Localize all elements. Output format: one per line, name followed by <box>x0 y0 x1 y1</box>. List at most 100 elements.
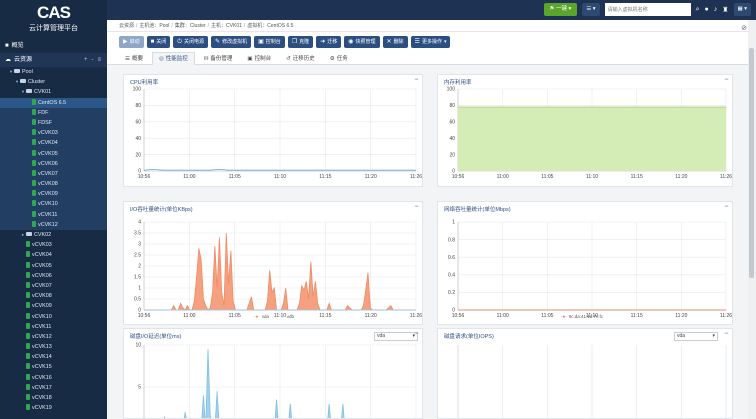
modify-button[interactable]: ✎ 修改虚拟机 <box>211 36 252 48</box>
breadcrumb-item[interactable]: 主机：CVK01 <box>211 23 242 29</box>
tree-node[interactable]: vCVK10 <box>0 312 107 322</box>
view-switch-button[interactable]: ☰ ▾ <box>582 3 600 16</box>
breadcrumb-item[interactable]: 集群：Cluster <box>175 23 206 29</box>
vm-icon <box>32 210 36 217</box>
shirt-icon[interactable]: ♜ <box>722 6 728 14</box>
tree-node[interactable]: vCVK13 <box>0 342 107 352</box>
tree-node[interactable]: vCVK04 <box>0 250 107 260</box>
tree-node[interactable]: FDF <box>0 107 107 118</box>
vm-icon <box>32 190 36 197</box>
legend-item[interactable]: -●- 0c:da:41:1d:7c:fc <box>561 314 603 319</box>
tree-node[interactable]: vCVK07 <box>0 281 107 291</box>
tree-node[interactable]: vCVK19 <box>0 403 107 413</box>
tree-node[interactable]: vCVK03 <box>0 128 107 139</box>
y-tick-label: 0.2 <box>448 290 455 296</box>
more-icon[interactable]: ··· <box>414 76 419 83</box>
more-icon[interactable]: ··· <box>414 203 419 210</box>
tree-node[interactable]: vCVK08 <box>0 291 107 301</box>
chart: 10:56 11:00 11:05 11:10 11:15 11:20 11:2600.51… <box>134 220 422 319</box>
user-icon[interactable]: ● <box>704 6 708 13</box>
search-icon[interactable]: ⌕ <box>696 6 700 14</box>
tree-node[interactable]: ▾ Pool <box>0 67 107 77</box>
breadcrumb-item[interactable]: 主机池：Pool <box>139 23 169 29</box>
tree-node[interactable]: vCVK09 <box>0 301 107 311</box>
tree-node[interactable]: vCVK12 <box>0 219 107 230</box>
tree-node[interactable]: vCVK05 <box>0 148 107 159</box>
tree-node[interactable]: vCVK05 <box>0 261 107 271</box>
wizard-button[interactable]: ⚑ 一键 ▾ <box>543 3 578 16</box>
search-input[interactable] <box>604 3 691 16</box>
snapshot-button[interactable]: ◉ 快照管理 <box>344 36 380 48</box>
poweroff-label: 关闭电源 <box>184 39 205 45</box>
start-button[interactable]: ▶ 启动 <box>119 36 144 48</box>
more-icon[interactable]: ··· <box>414 330 419 337</box>
minus-icon[interactable]: - <box>91 53 93 67</box>
breadcrumb-item[interactable]: 云资源 <box>119 23 134 29</box>
tree-node[interactable]: vCVK18 <box>0 393 107 403</box>
tree-node[interactable]: vCVK17 <box>0 383 107 393</box>
more-icon[interactable]: ··· <box>724 330 729 337</box>
legend-item[interactable]: -●- vdb <box>279 314 294 319</box>
poweroff-button[interactable]: ⏻ 关闭电源 <box>173 36 209 48</box>
tab-4[interactable]: ↺ 迁移历史 <box>280 52 321 65</box>
tree-node-label: vCVK10 <box>38 201 58 208</box>
clone-button[interactable]: ❐ 克隆 <box>287 36 314 48</box>
vm-icon <box>26 251 30 258</box>
panel-io-throughput: 10:56 11:00 11:05 11:10 11:15 11:20 11:26 0 0.5 1… <box>123 201 423 325</box>
tree-node[interactable]: vCVK15 <box>0 362 107 372</box>
tree-node-label: vCVK07 <box>38 170 58 177</box>
tree-node[interactable]: vCVK09 <box>0 189 107 200</box>
legend-item[interactable]: -●- vda <box>254 314 269 319</box>
y-tick-label: 0.8 <box>448 237 455 243</box>
tab-0[interactable]: ☰ 概要 <box>119 52 149 65</box>
delete-icon: ✕ <box>386 39 392 45</box>
tree-node[interactable]: vCVK03 <box>0 240 107 250</box>
tree-node[interactable]: vCVK11 <box>0 322 107 332</box>
more-icon[interactable]: ··· <box>724 203 729 210</box>
add-icon[interactable]: + <box>84 53 88 67</box>
tree-node[interactable]: vCVK12 <box>0 332 107 342</box>
tree-node[interactable]: vCVK11 <box>0 209 107 220</box>
bell-icon[interactable]: ♪ <box>714 6 718 13</box>
tree-node[interactable]: FDSF <box>0 117 107 129</box>
collapse-icon[interactable]: ⊘ <box>741 24 747 32</box>
tree-node[interactable]: vCVK08 <box>0 179 107 190</box>
tree-node[interactable]: ▸ CVK02 <box>0 230 107 240</box>
disk-select-value: vda <box>377 333 386 339</box>
tree-node[interactable]: vCVK07 <box>0 168 107 180</box>
shutdown-button[interactable]: ■ 关闭 <box>146 36 171 48</box>
more-button[interactable]: ☰ 更多操作 ▾ <box>410 36 451 48</box>
more-icon[interactable]: ··· <box>724 76 729 83</box>
tree-node-label: vCVK06 <box>38 160 58 167</box>
tree-node-label: vCVK04 <box>38 140 58 147</box>
tree-node[interactable]: ▾ CVK01 <box>0 87 107 97</box>
nav-resources[interactable]: ☁ 云资源 + - ≡ <box>0 53 107 67</box>
console-label: 控制台 <box>265 39 281 45</box>
x-tick-label: 11:20 <box>675 313 687 319</box>
tree-node-label: vCVK19 <box>32 405 52 412</box>
tree-node-label: vCVK11 <box>38 211 58 218</box>
tree-node[interactable]: vCVK06 <box>0 271 107 281</box>
delete-button[interactable]: ✕ 删除 <box>382 36 408 48</box>
grid-icon[interactable]: ▦ ▾ <box>733 3 751 16</box>
migrate-button[interactable]: ➜ 迁移 <box>316 36 342 48</box>
tree-node[interactable]: vCVK14 <box>0 352 107 362</box>
tab-2[interactable]: ⛁ 备份管理 <box>198 52 239 65</box>
tree-node[interactable]: vCVK10 <box>0 199 107 210</box>
scrollbar[interactable] <box>748 20 756 419</box>
menu-icon[interactable]: ≡ <box>97 53 101 67</box>
disk-select[interactable]: vda ▾ <box>374 332 418 341</box>
tab-3[interactable]: ▣ 控制台 <box>241 52 277 65</box>
tab-5[interactable]: ⚙ 任务 <box>324 52 354 65</box>
tree-node[interactable]: ▾ Cluster <box>0 77 107 87</box>
nav-overview[interactable]: ■ 概览 <box>0 39 107 53</box>
tree-node[interactable]: vCVK16 <box>0 373 107 383</box>
tree-node[interactable]: vCVK04 <box>0 138 107 149</box>
console-button[interactable]: ▣ 控制台 <box>254 36 285 48</box>
disk-select[interactable]: vda ▾ <box>674 332 718 341</box>
scrollbar-thumb[interactable] <box>749 48 754 278</box>
tree-node-label: CVK02 <box>34 232 52 238</box>
tab-1[interactable]: ◎ 性能监控 <box>151 52 195 65</box>
tree-node[interactable]: CentOS 6.5 <box>0 97 107 108</box>
tree-node[interactable]: vCVK06 <box>0 158 107 169</box>
